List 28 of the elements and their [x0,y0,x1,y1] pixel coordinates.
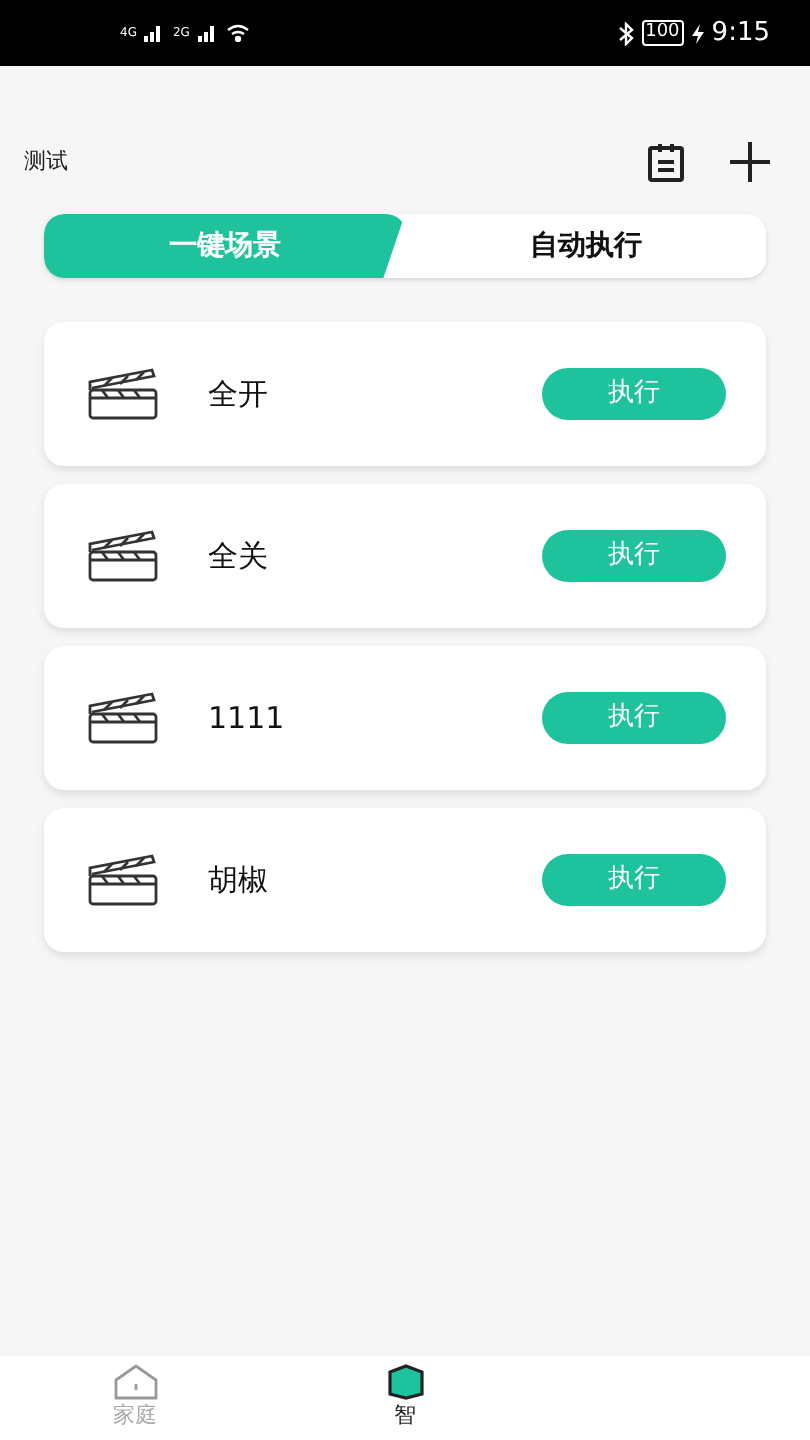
add-icon[interactable] [730,142,770,182]
home-icon [113,1363,157,1400]
nav-tab[interactable]: 家庭 [0,1356,270,1440]
signal-icon [197,24,218,42]
clipboard-icon[interactable] [646,142,686,182]
clapperboard-icon [88,368,160,420]
clapperboard-icon [88,530,160,582]
scene-name: 全开 [208,373,270,416]
execute-button[interactable]: 执行 [542,530,726,582]
scene-name: 1111 [208,697,287,740]
bluetooth-icon [617,21,634,45]
wifi-icon [225,24,250,42]
clock: 9:15 [711,15,770,52]
execute-button[interactable]: 执行 [542,854,726,906]
signal-icon [144,24,165,42]
clapperboard-icon [88,692,160,744]
page-title: 测试 [24,145,68,178]
scene-tab[interactable]: 自动执行 [405,214,766,278]
scene-name: 胡椒 [208,859,270,902]
execute-button[interactable]: 执行 [542,692,726,744]
execute-button[interactable]: 执行 [542,368,726,420]
cube-icon [385,1363,425,1400]
scene-tab[interactable]: 一键场景 [44,214,405,278]
battery-level: 100 [641,20,684,46]
clapperboard-icon [88,854,160,906]
nav-tab[interactable]: 智 [270,1356,540,1440]
scene-name: 全关 [208,535,270,578]
charging-icon [691,23,704,43]
